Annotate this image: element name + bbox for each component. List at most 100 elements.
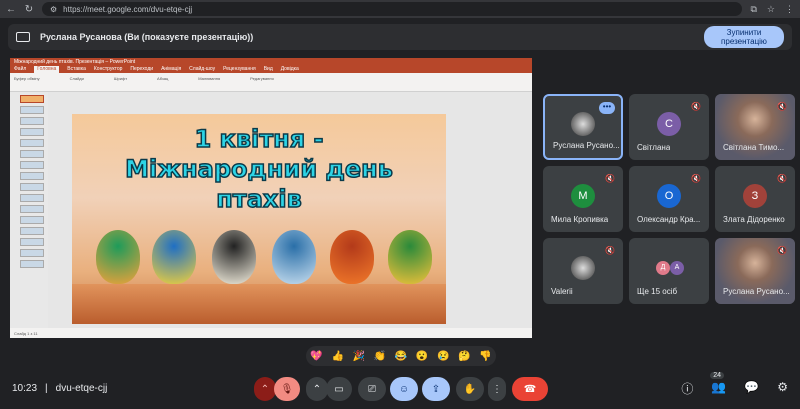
bird-image [388, 230, 432, 284]
slide-thumbnail[interactable] [20, 238, 44, 246]
chat-icon[interactable]: 💬 [744, 380, 759, 397]
meeting-divider: | [45, 383, 48, 394]
ppt-tab[interactable]: Довідка [281, 66, 299, 73]
reaction-emoji[interactable]: 👍 [331, 351, 343, 362]
address-bar[interactable]: ⚙ https://meet.google.com/dvu-etqe-cjj [42, 2, 743, 16]
ppt-tab[interactable]: Головна [34, 66, 60, 73]
hand-icon: ✋ [463, 383, 477, 395]
bird-image [272, 230, 316, 284]
reaction-emoji[interactable]: 😢 [437, 351, 449, 362]
reaction-bar: 💖 👍 🎉 👏 😂 😮 😢 🤔 👎 [306, 346, 496, 366]
ppt-status-bar: Слайд 1 з 11 [10, 328, 532, 338]
mic-off-icon: 🔇 [777, 246, 787, 255]
slide-thumbnail[interactable] [20, 128, 44, 136]
site-info-icon[interactable]: ⚙ [50, 5, 57, 14]
presenting-title: Руслана Русанова (Ви (показуєте презента… [40, 32, 254, 42]
ppt-tab[interactable]: Конструктор [94, 66, 123, 73]
chevron-up-icon: ⌃ [312, 383, 322, 395]
bird-image [152, 230, 196, 284]
mic-off-icon: 🔇 [691, 174, 701, 183]
people-icon[interactable]: 👥 [711, 380, 726, 397]
mic-off-icon: 🎙 [280, 383, 294, 395]
info-icon[interactable]: ⓘ [681, 380, 693, 397]
participant-name: Руслана Русано... [723, 287, 790, 296]
extensions-icon[interactable]: ⋮ [785, 4, 794, 15]
participant-name: Світлана Тимо... [723, 143, 785, 152]
reload-icon[interactable]: ↻ [24, 4, 34, 15]
ppt-tab[interactable]: Слайд-шоу [189, 66, 215, 73]
activities-icon[interactable]: ⚙ [777, 380, 788, 397]
back-icon[interactable]: ← [6, 4, 16, 15]
ppt-tab[interactable]: Переходи [130, 66, 153, 73]
ppt-tab[interactable]: Анімація [161, 66, 181, 73]
slide-thumbnail[interactable] [20, 161, 44, 169]
slide-thumbnail[interactable] [20, 216, 44, 224]
participant-tile[interactable]: Руслана Русано... ••• [543, 94, 623, 160]
slide-thumbnail[interactable] [20, 249, 44, 257]
avatar: Д [656, 260, 670, 275]
slide-thumbnail[interactable] [20, 95, 44, 103]
avatar [571, 255, 595, 280]
url-text: https://meet.google.com/dvu-etqe-cjj [63, 4, 193, 14]
slide-thumbnail[interactable] [20, 183, 44, 191]
avatar: О [657, 183, 681, 208]
participant-count-badge: 24 [710, 372, 724, 379]
meeting-code: dvu-etqe-cjj [55, 383, 108, 394]
slide-thumbnail[interactable] [20, 106, 44, 114]
meeting-info: 10:23 | dvu-etqe-cjj [12, 383, 107, 394]
ppt-ribbon-groups: Буфер обміну Слайди Шрифт Абзац Малювання Ред… [10, 73, 532, 84]
ppt-tab[interactable]: Вид [264, 66, 273, 73]
leave-call-button[interactable]: ☎ [512, 377, 548, 401]
more-vert-icon: ⋮ [492, 383, 502, 395]
slide-thumbnails [10, 92, 48, 328]
picture-in-picture-icon[interactable]: ⧉ [750, 4, 756, 15]
reaction-emoji[interactable]: 🎉 [353, 351, 365, 362]
participant-tile[interactable]: С Світлана 🔇 [629, 94, 709, 160]
slide-thumbnail[interactable] [20, 172, 44, 180]
ppt-tab[interactable]: Файл [14, 66, 26, 73]
participant-tile[interactable]: Руслана Русано... 🔇 [715, 238, 795, 304]
ppt-ribbon-group: Малювання [198, 76, 221, 81]
reaction-emoji[interactable]: 😮 [416, 351, 428, 362]
more-options-button[interactable]: ⋮ [488, 377, 506, 401]
present-button[interactable]: ⇪ [422, 377, 450, 401]
slide-title: 1 квітня - Міжнародний день птахів [124, 124, 393, 214]
reaction-emoji[interactable]: 🤔 [458, 351, 470, 362]
slide-thumbnail[interactable] [20, 150, 44, 158]
participant-tile[interactable]: З Злата Дідоренко 🔇 [715, 166, 795, 232]
participant-tile[interactable]: М Мила Кропивка 🔇 [543, 166, 623, 232]
camera-options-button[interactable]: ⌃ [306, 377, 328, 401]
reaction-emoji[interactable]: 😂 [395, 351, 407, 362]
camera-toggle-button[interactable]: ▭ [326, 377, 352, 401]
slide-thumbnail[interactable] [20, 205, 44, 213]
reaction-emoji[interactable]: 👏 [374, 351, 386, 362]
reactions-button[interactable]: ☺ [390, 377, 418, 401]
participant-tile[interactable]: Світлана Тимо... 🔇 [715, 94, 795, 160]
slide-thumbnail[interactable] [20, 194, 44, 202]
bookmark-star-icon[interactable]: ☆ [767, 4, 775, 15]
slide-thumbnail[interactable] [20, 139, 44, 147]
reaction-emoji[interactable]: 👎 [479, 351, 491, 362]
bird-image [96, 230, 140, 284]
raise-hand-button[interactable]: ✋ [456, 377, 484, 401]
participant-tile[interactable]: Д А Ще 15 осіб [629, 238, 709, 304]
participant-tile[interactable]: Valerii 🔇 [543, 238, 623, 304]
avatar: С [657, 111, 681, 136]
mic-off-icon: 🔇 [605, 174, 615, 183]
captions-button[interactable]: ⎚ [358, 377, 386, 401]
slide-counter: Слайд 1 з 11 [14, 330, 38, 336]
slide-thumbnail[interactable] [20, 117, 44, 125]
stop-presenting-button[interactable]: Зупинити презентацію [704, 26, 784, 48]
reaction-emoji[interactable]: 💖 [310, 351, 322, 362]
mic-options-button[interactable]: ⌃ [254, 377, 276, 401]
mic-off-icon: 🔇 [691, 102, 701, 111]
ppt-ribbon-group: Буфер обміну [14, 76, 40, 81]
mic-toggle-button[interactable]: 🎙 [274, 377, 300, 401]
slide-thumbnail[interactable] [20, 227, 44, 235]
ppt-tab[interactable]: Вставка [67, 66, 86, 73]
ppt-ribbon-group: Редагування [250, 76, 274, 81]
ppt-tab[interactable]: Рецензування [223, 66, 256, 73]
participant-tile[interactable]: О Олександр Кра... 🔇 [629, 166, 709, 232]
more-options-icon[interactable]: ••• [599, 102, 615, 114]
slide-thumbnail[interactable] [20, 260, 44, 268]
